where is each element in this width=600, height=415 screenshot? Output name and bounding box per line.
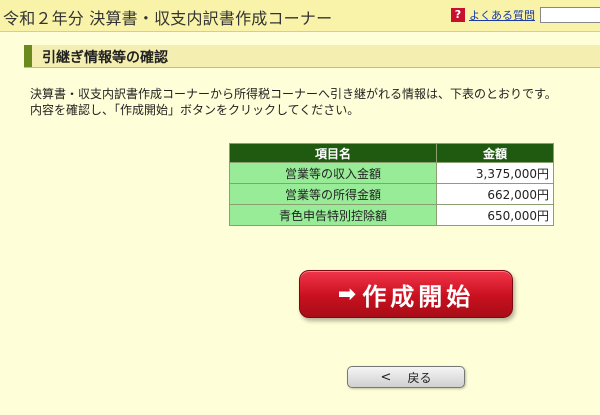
item-name-cell: 営業等の所得金額: [229, 183, 437, 205]
section-accent-bar: [24, 45, 32, 67]
table-row: 営業等の収入金額 3,375,000円: [229, 162, 554, 184]
start-creation-button[interactable]: ➡ 作成開始: [299, 270, 513, 318]
description-line: 決算書・収支内訳書作成コーナーから所得税コーナーへ引き継がれる情報は、下表のとお…: [30, 87, 557, 101]
back-button-label: 戻る: [407, 370, 432, 385]
table-row: 営業等の所得金額 662,000円: [229, 183, 554, 205]
carryover-table: 項目名 金額 営業等の収入金額 3,375,000円 営業等の所得金額 662,…: [229, 143, 554, 226]
back-button[interactable]: < 戻る: [347, 366, 465, 388]
amount-cell: 3,375,000円: [436, 162, 554, 184]
chevron-left-icon: <: [380, 369, 392, 385]
amount-cell: 662,000円: [436, 183, 554, 205]
section-divider: [24, 67, 600, 68]
item-name-cell: 青色申告特別控除額: [229, 204, 437, 226]
top-bar: 令和２年分 決算書・収支内訳書作成コーナー ? よくある質問: [0, 0, 600, 32]
table-header-row: 項目名 金額: [229, 143, 554, 163]
faq-link-group[interactable]: ? よくある質問: [451, 7, 535, 23]
description: 決算書・収支内訳書作成コーナーから所得税コーナーへ引き継がれる情報は、下表のとお…: [30, 86, 598, 118]
search-input[interactable]: [540, 7, 600, 23]
description-line: 内容を確認し、「作成開始」ボタンをクリックしてください。: [30, 103, 360, 117]
column-header-item: 項目名: [229, 143, 437, 163]
start-button-label: 作成開始: [362, 282, 475, 311]
faq-link[interactable]: よくある質問: [469, 7, 535, 23]
help-question-icon[interactable]: ?: [451, 8, 465, 22]
section-header: 引継ぎ情報等の確認: [24, 45, 600, 67]
item-name-cell: 営業等の収入金額: [229, 162, 437, 184]
arrow-right-icon: ➡: [337, 281, 357, 307]
column-header-amount: 金額: [436, 143, 554, 163]
page-title: 引継ぎ情報等の確認: [42, 50, 168, 66]
amount-cell: 650,000円: [436, 204, 554, 226]
table-row: 青色申告特別控除額 650,000円: [229, 204, 554, 226]
app-title: 令和２年分 決算書・収支内訳書作成コーナー: [3, 9, 333, 28]
